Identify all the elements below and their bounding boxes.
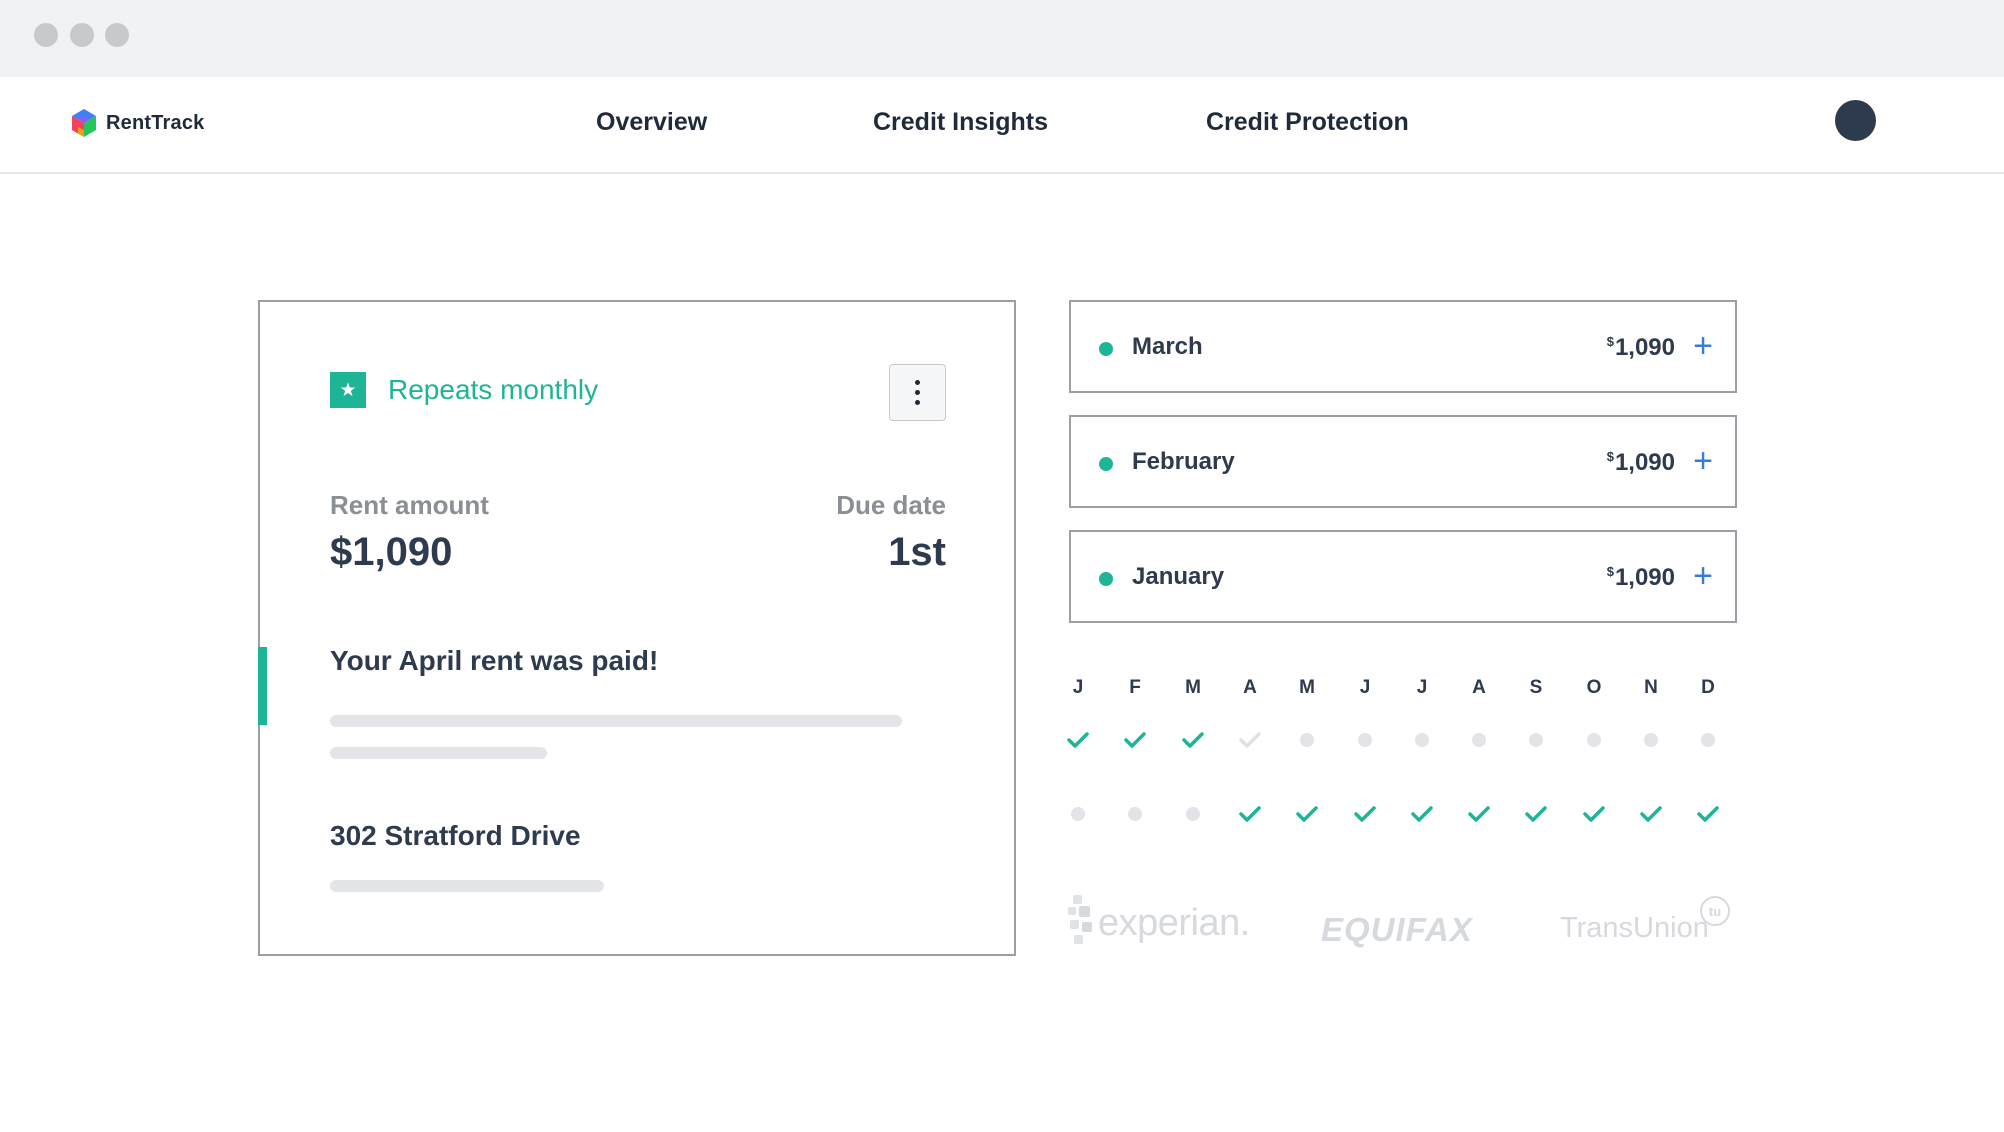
payment-row-march[interactable]: March $1,090 +	[1069, 300, 1737, 393]
experian-dots-icon	[1068, 895, 1092, 944]
rent-amount-value: $1,090	[330, 530, 453, 574]
empty-dot	[1345, 725, 1385, 755]
empty-dot	[1173, 799, 1213, 829]
nav-overview[interactable]: Overview	[596, 108, 707, 137]
month-label: N	[1644, 677, 1658, 698]
nav-credit-insights[interactable]: Credit Insights	[873, 108, 1048, 137]
renttrack-logo-icon	[72, 109, 96, 137]
property-address: 302 Stratford Drive	[330, 820, 581, 851]
app-logo[interactable]: RentTrack	[68, 107, 205, 139]
currency-symbol: $	[1606, 564, 1614, 579]
experian-text: experian.	[1098, 901, 1250, 944]
month-label: A	[1472, 677, 1486, 698]
payment-month: February	[1132, 448, 1235, 475]
status-dot	[1099, 457, 1113, 471]
user-avatar[interactable]	[1835, 100, 1876, 141]
more-options-button[interactable]	[889, 364, 946, 421]
status-dot	[1099, 572, 1113, 586]
app-name: RentTrack	[106, 111, 205, 134]
check-icon	[1173, 725, 1213, 755]
window-titlebar	[0, 0, 2004, 77]
window-close-dot[interactable]	[34, 23, 58, 47]
plus-icon[interactable]: +	[1693, 326, 1713, 366]
empty-dot	[1287, 725, 1327, 755]
plus-icon[interactable]: +	[1693, 441, 1713, 481]
check-icon	[1345, 799, 1385, 829]
placeholder-line	[330, 747, 547, 759]
experian-logo: experian.	[1068, 895, 1250, 951]
check-icon	[1574, 799, 1614, 829]
repeat-label: Repeats monthly	[388, 374, 599, 405]
empty-dot	[1574, 725, 1614, 755]
month-label: J	[1072, 677, 1084, 698]
transunion-mark: tu	[1700, 896, 1730, 926]
plus-icon[interactable]: +	[1693, 556, 1713, 596]
currency-symbol: $	[1606, 334, 1614, 349]
equifax-logo: EQUIFAX	[1321, 911, 1473, 948]
payment-amount: $1,090	[1607, 449, 1675, 477]
placeholder-line	[330, 880, 604, 892]
placeholder-line	[330, 715, 902, 727]
check-icon	[1230, 799, 1270, 829]
check-icon	[1631, 799, 1671, 829]
month-label: J	[1416, 677, 1428, 698]
check-icon	[1230, 725, 1270, 755]
check-icon	[1287, 799, 1327, 829]
transunion-logo: TransUnion	[1560, 912, 1709, 944]
accent-bar	[258, 647, 267, 725]
empty-dot	[1058, 799, 1098, 829]
more-vertical-icon	[915, 390, 920, 395]
nav-credit-protection[interactable]: Credit Protection	[1206, 108, 1409, 137]
check-icon	[1459, 799, 1499, 829]
check-icon	[1058, 725, 1098, 755]
more-vertical-icon	[915, 400, 920, 405]
month-label: J	[1359, 677, 1371, 698]
more-vertical-icon	[915, 380, 920, 385]
month-label: D	[1701, 677, 1715, 698]
due-date-label: Due date	[836, 490, 946, 520]
status-dot	[1099, 342, 1113, 356]
check-icon	[1115, 725, 1155, 755]
month-label: M	[1299, 677, 1315, 698]
amount-value: 1,090	[1614, 449, 1675, 476]
month-label: O	[1586, 677, 1602, 698]
check-icon	[1688, 799, 1728, 829]
month-label: S	[1529, 677, 1543, 698]
top-navbar: RentTrack Overview Credit Insights Credi…	[0, 77, 2004, 174]
month-label: F	[1129, 677, 1141, 698]
month-label: A	[1243, 677, 1257, 698]
rent-card: ★ Repeats monthly Rent amount $1,090 Due…	[258, 300, 1016, 956]
check-icon	[1402, 799, 1442, 829]
amount-value: 1,090	[1614, 334, 1675, 361]
empty-dot	[1516, 725, 1556, 755]
payment-month: January	[1132, 563, 1225, 590]
window-maximize-dot[interactable]	[105, 23, 129, 47]
empty-dot	[1402, 725, 1442, 755]
payment-row-february[interactable]: February $1,090 +	[1069, 415, 1737, 508]
check-icon	[1516, 799, 1556, 829]
month-label: M	[1185, 677, 1201, 698]
star-icon: ★	[330, 372, 366, 408]
empty-dot	[1115, 799, 1155, 829]
empty-dot	[1459, 725, 1499, 755]
currency-symbol: $	[1606, 449, 1614, 464]
payment-amount: $1,090	[1607, 334, 1675, 362]
payment-row-january[interactable]: January $1,090 +	[1069, 530, 1737, 623]
payment-month: March	[1132, 333, 1203, 360]
payment-amount: $1,090	[1607, 564, 1675, 592]
empty-dot	[1631, 725, 1671, 755]
paid-message: Your April rent was paid!	[330, 645, 659, 676]
amount-value: 1,090	[1614, 564, 1675, 591]
empty-dot	[1688, 725, 1728, 755]
due-date-value: 1st	[888, 530, 946, 574]
window-minimize-dot[interactable]	[70, 23, 94, 47]
rent-amount-label: Rent amount	[330, 490, 489, 520]
